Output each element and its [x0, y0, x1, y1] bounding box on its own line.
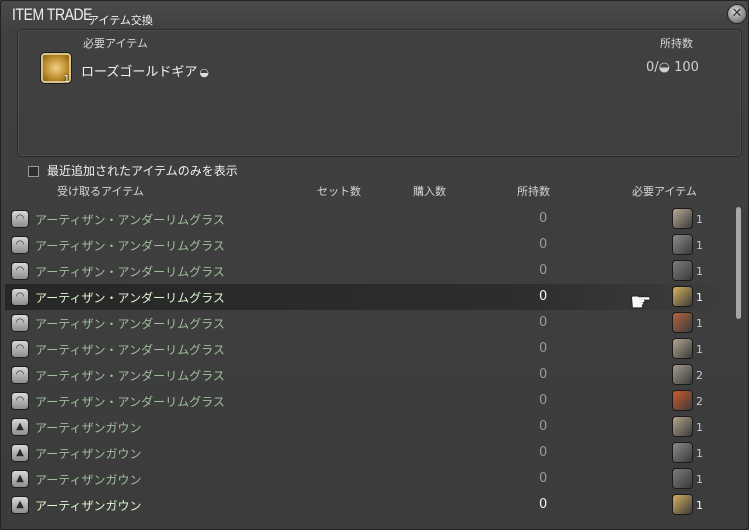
list-item[interactable]: ◠ アーティザン・アンダーリムグラス 0 1 [5, 206, 729, 232]
item-name: アーティザン・アンダーリムグラス [35, 369, 225, 383]
item-name: アーティザンガウン [35, 499, 142, 513]
item-owned-count: 0 [539, 471, 548, 486]
item-trade-window: ITEM TRADE アイテム交換 ✕ 必要アイテム 所持数 1 ローズゴールド… [0, 0, 749, 530]
material-icon[interactable] [673, 443, 692, 462]
item-name: アーティザンガウン [35, 447, 142, 461]
item-owned-count: 0 [539, 289, 548, 304]
recent-only-label[interactable]: 最近追加されたアイテムのみを表示 [47, 162, 238, 179]
glasses-icon: ◠ [12, 393, 28, 409]
item-owned-count: 0 [539, 315, 548, 330]
material-icon[interactable] [673, 495, 692, 514]
material-qty: 1 [696, 421, 703, 434]
item-name: アーティザン・アンダーリムグラス [35, 395, 225, 409]
gown-icon: ▲ [12, 419, 28, 435]
item-owned-count: 0 [539, 419, 548, 434]
list-item[interactable]: ◠ アーティザン・アンダーリムグラス 0 1 [5, 336, 729, 362]
window-title: ITEM TRADE [12, 5, 93, 24]
gown-icon: ▲ [12, 471, 28, 487]
material-icon[interactable] [673, 209, 692, 228]
list-item[interactable]: ▲ アーティザンガウン 0 1 [5, 466, 729, 492]
glasses-icon: ◠ [12, 211, 28, 227]
material-icon[interactable] [673, 287, 692, 306]
col-set-count: セット数 [317, 185, 361, 198]
list-item[interactable]: ▲ アーティザンガウン 0 1 [5, 492, 729, 518]
required-item-header: 必要アイテム [83, 37, 148, 50]
window-subtitle: アイテム交換 [88, 14, 153, 27]
required-item-icon-qty: 1 [63, 74, 70, 85]
gown-icon: ▲ [12, 445, 28, 461]
material-qty: 2 [696, 369, 703, 382]
rose-gold-gear-icon[interactable]: 1 [41, 53, 71, 85]
trade-item-list: ◠ アーティザン・アンダーリムグラス 0 1 ◠ アーティザン・アンダーリムグラス 0 1 ◠ ア… [1, 204, 748, 529]
list-item[interactable]: ◠ アーティザン・アンダーリムグラス 0 2 [5, 388, 729, 414]
item-owned-count: 0 [539, 237, 548, 252]
col-purchase-count: 購入数 [413, 185, 446, 198]
glasses-icon: ◠ [12, 341, 28, 357]
material-icon[interactable] [673, 469, 692, 488]
material-qty: 1 [696, 317, 703, 330]
material-qty: 1 [696, 239, 703, 252]
item-owned-count: 0 [539, 367, 548, 382]
material-icon[interactable] [673, 417, 692, 436]
item-name: アーティザン・アンダーリムグラス [35, 213, 225, 227]
material-icon[interactable] [673, 235, 692, 254]
item-name: アーティザン・アンダーリムグラス [35, 317, 225, 331]
material-qty: 2 [696, 395, 703, 408]
glasses-icon: ◠ [12, 237, 28, 253]
required-item-name-text: ローズゴールドギア [81, 65, 198, 80]
material-qty: 1 [696, 499, 703, 512]
item-owned-count: 0 [539, 497, 548, 512]
item-owned-count: 0 [539, 263, 548, 278]
item-name: アーティザン・アンダーリムグラス [35, 343, 225, 357]
glasses-icon: ◠ [12, 263, 28, 279]
item-owned-count: 0 [539, 211, 548, 226]
material-icon[interactable] [673, 313, 692, 332]
glasses-icon: ◠ [12, 289, 28, 305]
material-icon[interactable] [673, 391, 692, 410]
item-name: アーティザンガウン [35, 421, 142, 435]
item-name: アーティザン・アンダーリムグラス [35, 265, 225, 279]
list-item[interactable]: ▲ アーティザンガウン 0 1 [5, 414, 729, 440]
required-item-owned: 0/◒ 100 [646, 60, 699, 75]
list-item[interactable]: ◠ アーティザン・アンダーリムグラス 0 1 [5, 232, 729, 258]
title-bar: ITEM TRADE アイテム交換 ✕ [1, 1, 748, 29]
col-required-item: 必要アイテム [632, 185, 697, 198]
material-qty: 1 [696, 343, 703, 356]
recent-only-checkbox[interactable] [28, 166, 39, 177]
list-item[interactable]: ▲ アーティザンガウン 0 1 [5, 440, 729, 466]
material-icon[interactable] [673, 339, 692, 358]
item-name: アーティザン・アンダーリムグラス [35, 239, 225, 253]
list-item[interactable]: ◠ アーティザン・アンダーリムグラス 0 1 [5, 310, 729, 336]
pointer-hand-icon: ☛ [630, 288, 652, 316]
list-scrollbar[interactable] [736, 207, 741, 319]
material-icon[interactable] [673, 365, 692, 384]
item-name: アーティザン・アンダーリムグラス [35, 291, 225, 305]
item-name: アーティザンガウン [35, 473, 142, 487]
hq-icon: ◒ [199, 66, 209, 79]
material-qty: 1 [696, 291, 703, 304]
material-qty: 1 [696, 473, 703, 486]
item-owned-count: 0 [539, 445, 548, 460]
material-icon[interactable] [673, 261, 692, 280]
list-item[interactable]: ◠ アーティザン・アンダーリムグラス 0 2 [5, 362, 729, 388]
list-item[interactable]: ◠ アーティザン・アンダーリムグラス 0 1 [5, 258, 729, 284]
col-receive-item: 受け取るアイテム [57, 185, 144, 198]
list-item[interactable]: ◠ アーティザン・アンダーリムグラス 0 1 [5, 284, 729, 310]
owned-header: 所持数 [660, 37, 693, 50]
required-item-name: ローズゴールドギア ◒ [81, 61, 209, 80]
material-qty: 1 [696, 213, 703, 226]
close-icon[interactable]: ✕ [728, 5, 746, 23]
col-owned: 所持数 [517, 185, 550, 198]
material-qty: 1 [696, 447, 703, 460]
material-qty: 1 [696, 265, 703, 278]
item-owned-count: 0 [539, 341, 548, 356]
glasses-icon: ◠ [12, 315, 28, 331]
item-owned-count: 0 [539, 393, 548, 408]
glasses-icon: ◠ [12, 367, 28, 383]
gown-icon: ▲ [12, 497, 28, 513]
